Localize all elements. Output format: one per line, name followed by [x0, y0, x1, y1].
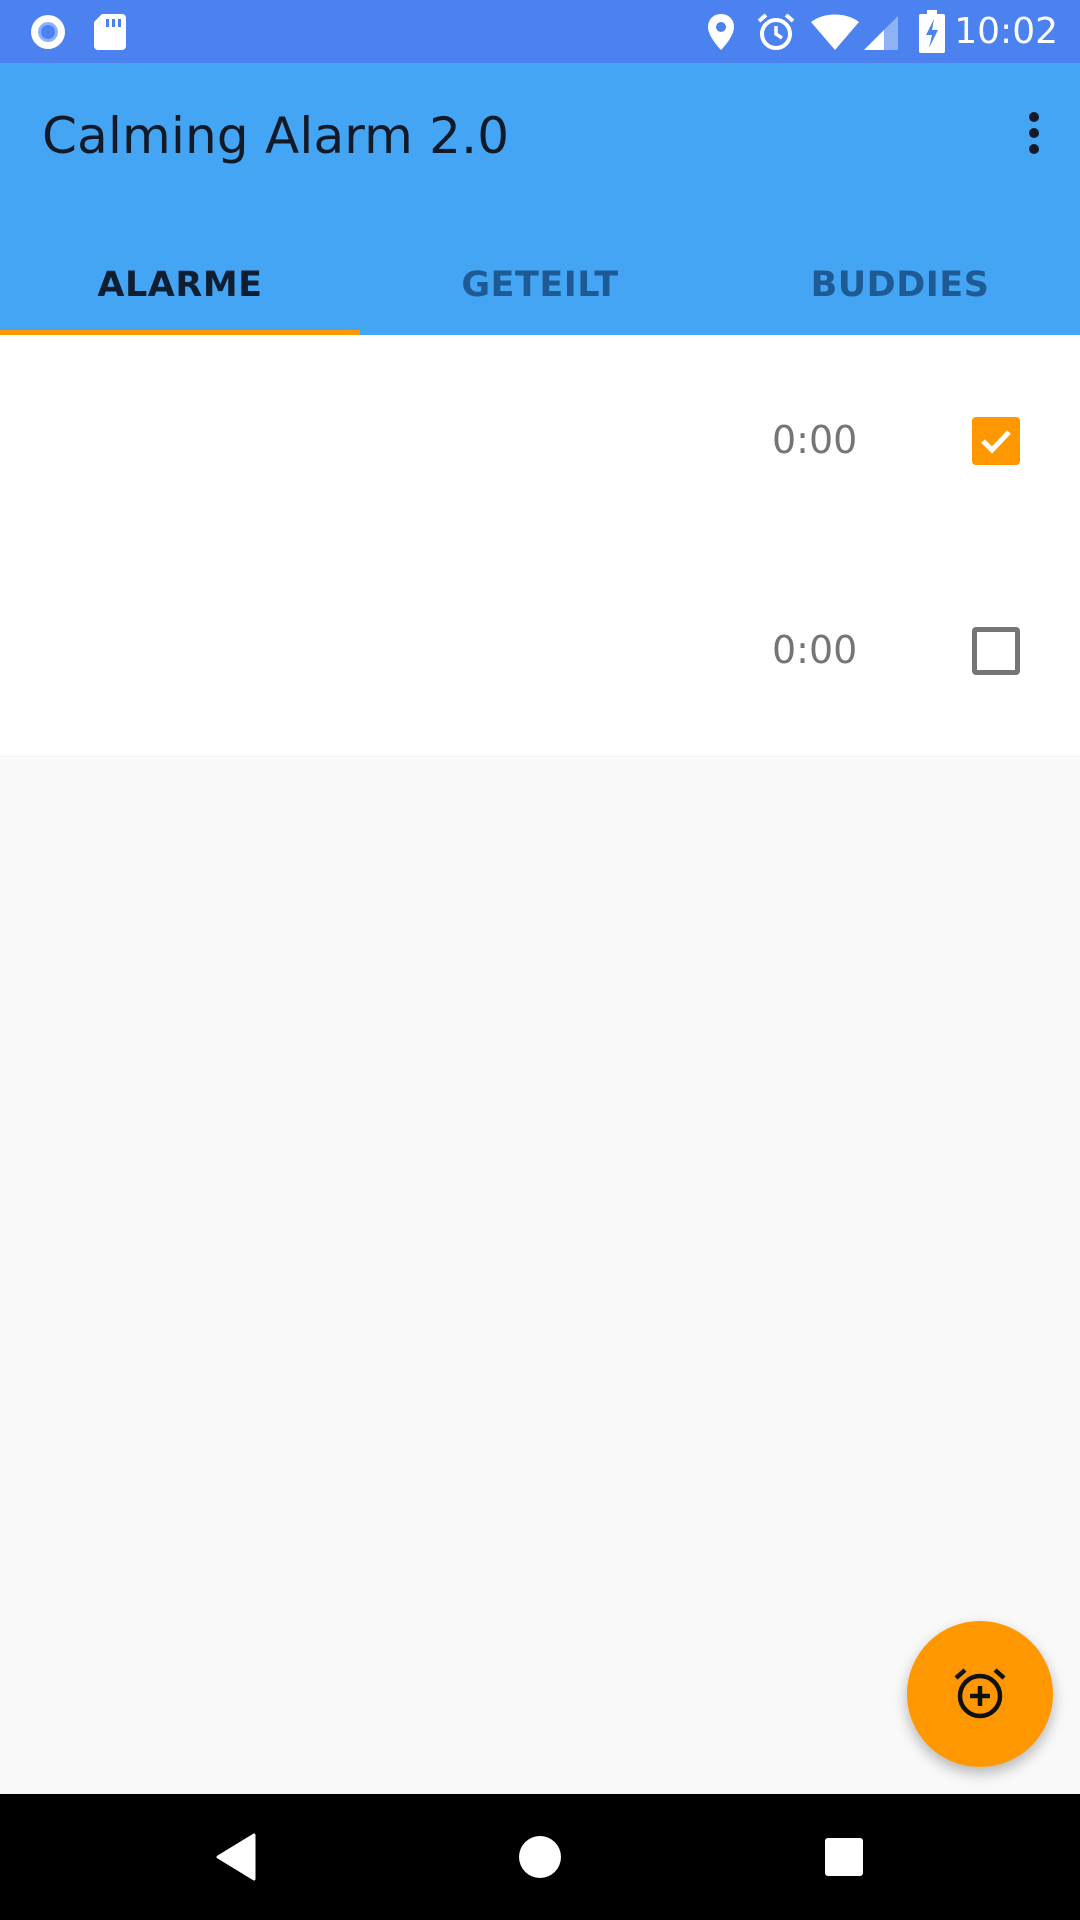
location-icon	[706, 0, 736, 63]
alarm-enabled-checkbox[interactable]	[972, 627, 1020, 675]
tab-bar: ALARME GETEILT BUDDIES	[0, 235, 1080, 335]
app-title: Calming Alarm 2.0	[42, 107, 510, 165]
status-time: 10:02	[954, 11, 1058, 52]
status-bar: 10:02	[0, 0, 1080, 63]
tab-alarme[interactable]: ALARME	[0, 235, 360, 335]
home-icon[interactable]	[490, 1794, 590, 1920]
back-icon[interactable]	[186, 1794, 286, 1920]
battery-charging-icon	[918, 0, 946, 63]
sd-card-icon	[92, 0, 128, 63]
alarm-row[interactable]: 0:00	[0, 545, 1080, 755]
tab-label: ALARME	[97, 265, 263, 305]
navigation-bar	[0, 1794, 1080, 1920]
alarm-time[interactable]: 0:00	[772, 335, 857, 545]
alarm-time[interactable]: 0:00	[772, 545, 857, 755]
alarm-list: 0:00 0:00	[0, 335, 1080, 755]
checkmark-icon	[981, 430, 1011, 454]
alarm-enabled-checkbox[interactable]	[972, 417, 1020, 465]
more-vertical-icon[interactable]	[1004, 103, 1064, 163]
alarm-row[interactable]: 0:00	[0, 335, 1080, 545]
tab-label: BUDDIES	[810, 265, 990, 305]
app-bar: Calming Alarm 2.0 ALARME GETEILT BUDDIES	[0, 63, 1080, 335]
tab-label: GETEILT	[461, 265, 619, 305]
tab-buddies[interactable]: BUDDIES	[720, 235, 1080, 335]
add-alarm-icon	[954, 1668, 1006, 1719]
record-icon	[28, 0, 68, 63]
add-alarm-button[interactable]	[907, 1621, 1053, 1767]
wifi-icon	[810, 0, 860, 63]
signal-icon	[862, 0, 900, 63]
tab-geteilt[interactable]: GETEILT	[360, 235, 720, 335]
alarm-icon	[755, 0, 797, 63]
recents-icon[interactable]	[794, 1794, 894, 1920]
